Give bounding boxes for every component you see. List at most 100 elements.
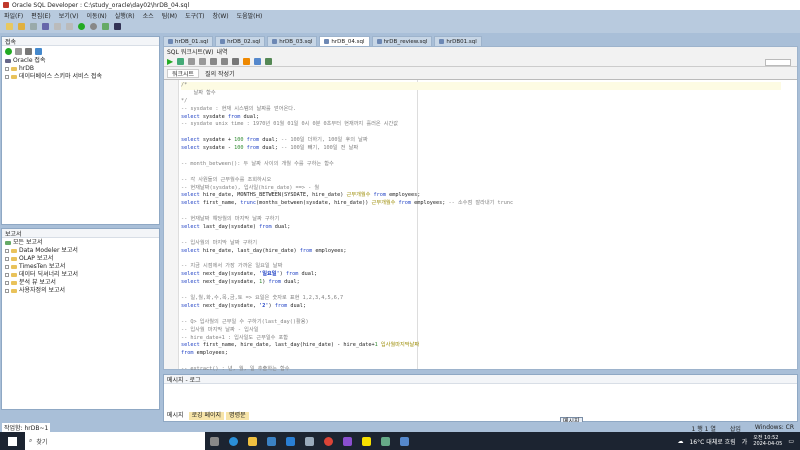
clock[interactable]: 오전 10:52 2024-04-05 bbox=[753, 435, 782, 447]
schema-icon[interactable] bbox=[35, 47, 42, 55]
menu-item[interactable]: 도구(T) bbox=[185, 11, 204, 20]
refresh-icon[interactable] bbox=[15, 47, 22, 55]
code-token: 근무개월수 bbox=[346, 192, 371, 199]
menu-item[interactable]: 실행(R) bbox=[115, 11, 135, 20]
tab-messages[interactable]: 메시지 bbox=[164, 412, 187, 420]
tree-item[interactable]: Oracle 접속 bbox=[5, 57, 156, 65]
task-view-icon[interactable] bbox=[210, 436, 219, 446]
tree-item[interactable]: 분석 뷰 보고서 bbox=[5, 279, 156, 287]
add-connection-icon[interactable] bbox=[5, 47, 12, 55]
connections-header: 접속 bbox=[2, 37, 159, 46]
menu-item[interactable]: 편집(E) bbox=[31, 11, 51, 20]
tree-item-label: Data Modeler 보고서 bbox=[19, 247, 78, 254]
tab-logging-page[interactable]: 로깅 페이지 bbox=[188, 412, 225, 420]
notification-icon[interactable]: ▭ bbox=[788, 438, 794, 445]
expand-icon[interactable] bbox=[5, 67, 9, 71]
new-icon[interactable] bbox=[6, 23, 13, 30]
code-line: /* bbox=[181, 82, 781, 90]
tab-hrDB_04-sql[interactable]: hrDB_04.sql bbox=[319, 36, 370, 46]
tree-item[interactable]: 사용자정의 보고서 bbox=[5, 287, 156, 295]
back-icon[interactable] bbox=[78, 23, 85, 30]
history-menu[interactable]: 내역 bbox=[216, 47, 227, 56]
tab-hrDB_review-sql[interactable]: hrDB_review.sql bbox=[371, 36, 433, 46]
store-icon[interactable] bbox=[267, 436, 276, 446]
visual-studio-icon[interactable] bbox=[343, 436, 352, 446]
expand-icon[interactable] bbox=[5, 289, 9, 293]
code-content[interactable]: /* 날짜 함수 */-- sysdate : 현재 시스템의 날짜를 얻어온다.… bbox=[181, 82, 781, 374]
tree-item[interactable]: 데이터 딕셔너리 보고서 bbox=[5, 271, 156, 279]
weather-icon[interactable]: ☁ bbox=[677, 438, 683, 445]
tree-item[interactable]: 모든 보고서 bbox=[5, 239, 156, 247]
binoculars-icon[interactable] bbox=[114, 23, 121, 30]
worksheet-toolbar: ▶ bbox=[164, 56, 797, 67]
eraser-icon[interactable] bbox=[243, 57, 251, 65]
rollback-icon[interactable] bbox=[199, 57, 207, 65]
menu-item[interactable]: 파일(F) bbox=[4, 11, 23, 20]
tree-item-label: TimesTen 보고서 bbox=[19, 263, 66, 270]
tab-hrDB01-sql[interactable]: hrDB01.sql bbox=[434, 36, 482, 46]
code-token: from bbox=[268, 279, 281, 286]
run-statement-icon[interactable]: ▶ bbox=[167, 57, 173, 66]
run-icon[interactable] bbox=[102, 23, 109, 30]
tab-hrDB_01-sql[interactable]: hrDB_01.sql bbox=[163, 36, 214, 46]
menu-item[interactable]: 도움말(H) bbox=[237, 11, 263, 20]
redo-icon[interactable] bbox=[66, 23, 73, 30]
forward-icon[interactable] bbox=[90, 23, 97, 30]
app-icon-2[interactable] bbox=[400, 436, 409, 446]
menu-item[interactable]: 이동(N) bbox=[87, 11, 107, 20]
format-icon[interactable] bbox=[265, 57, 273, 65]
chrome-icon[interactable] bbox=[324, 436, 333, 446]
run-script-icon[interactable] bbox=[177, 57, 185, 65]
connection-icon bbox=[11, 67, 17, 71]
tree-item[interactable]: OLAP 보고서 bbox=[5, 255, 156, 263]
tree-item[interactable]: 데이터베이스 스키마 서비스 접속 bbox=[5, 73, 156, 81]
worksheet-menu[interactable]: SQL 워크시트(W) bbox=[167, 47, 213, 56]
code-editor[interactable]: /* 날짜 함수 */-- sysdate : 현재 시스템의 날짜를 얻어온다.… bbox=[164, 79, 797, 372]
code-token: -- 현재날짜(sysdate), 입사일(hire_date) ==> - 월 bbox=[181, 184, 320, 191]
filter-icon[interactable] bbox=[25, 47, 32, 55]
file-explorer-icon[interactable] bbox=[248, 436, 257, 446]
expand-icon[interactable] bbox=[5, 273, 9, 277]
open-icon[interactable] bbox=[18, 23, 25, 30]
expand-icon[interactable] bbox=[5, 257, 9, 261]
taskbar-search[interactable]: ⌕ 찾기 bbox=[25, 432, 205, 450]
code-token: last_day(sysdate) bbox=[199, 224, 260, 231]
windows-start-icon[interactable] bbox=[8, 436, 17, 446]
save-icon[interactable] bbox=[30, 23, 37, 30]
expand-icon[interactable] bbox=[5, 249, 9, 253]
tab-hrDB_03-sql[interactable]: hrDB_03.sql bbox=[267, 36, 318, 46]
clear-icon[interactable] bbox=[232, 57, 240, 65]
menu-item[interactable]: 소스 bbox=[143, 11, 154, 20]
tree-item[interactable]: Data Modeler 보고서 bbox=[5, 247, 156, 255]
tree-item[interactable]: hrDB bbox=[5, 65, 156, 73]
save-all-icon[interactable] bbox=[42, 23, 49, 30]
menu-item[interactable]: 보기(V) bbox=[59, 11, 79, 20]
undo-icon[interactable] bbox=[54, 23, 61, 30]
code-token: /* bbox=[181, 82, 188, 88]
notepad-icon[interactable] bbox=[305, 436, 314, 446]
expand-icon[interactable] bbox=[5, 281, 9, 285]
expand-icon[interactable] bbox=[5, 75, 9, 79]
menu-item[interactable]: 팀(M) bbox=[162, 11, 177, 20]
ime-indicator[interactable]: 가 bbox=[742, 437, 748, 446]
tab-query-builder[interactable]: 질의 작성기 bbox=[205, 69, 235, 78]
kakaotalk-icon[interactable] bbox=[362, 436, 371, 446]
weather-text[interactable]: 16°C 대체로 흐림 bbox=[689, 437, 735, 446]
mail-icon[interactable] bbox=[286, 436, 295, 446]
explain-plan-icon[interactable] bbox=[221, 57, 229, 65]
tab-label: hrDB01.sql bbox=[446, 38, 477, 45]
tab-statements[interactable]: 명령문 bbox=[226, 412, 249, 420]
tab-worksheet[interactable]: 워크시트 bbox=[167, 68, 200, 78]
sql-tuning-icon[interactable] bbox=[254, 57, 262, 65]
connection-select[interactable] bbox=[765, 59, 791, 66]
menu-item[interactable]: 창(W) bbox=[212, 11, 228, 20]
tab-hrDB_02-sql[interactable]: hrDB_02.sql bbox=[215, 36, 266, 46]
commit-icon[interactable] bbox=[188, 57, 196, 65]
autotrace-icon[interactable] bbox=[210, 57, 218, 65]
tree-item[interactable]: TimesTen 보고서 bbox=[5, 263, 156, 271]
edge-icon[interactable] bbox=[229, 436, 238, 446]
code-token: from bbox=[227, 113, 241, 120]
sql-developer-icon[interactable] bbox=[381, 436, 390, 446]
code-token: '일요일' bbox=[259, 271, 280, 278]
expand-icon[interactable] bbox=[5, 265, 9, 269]
